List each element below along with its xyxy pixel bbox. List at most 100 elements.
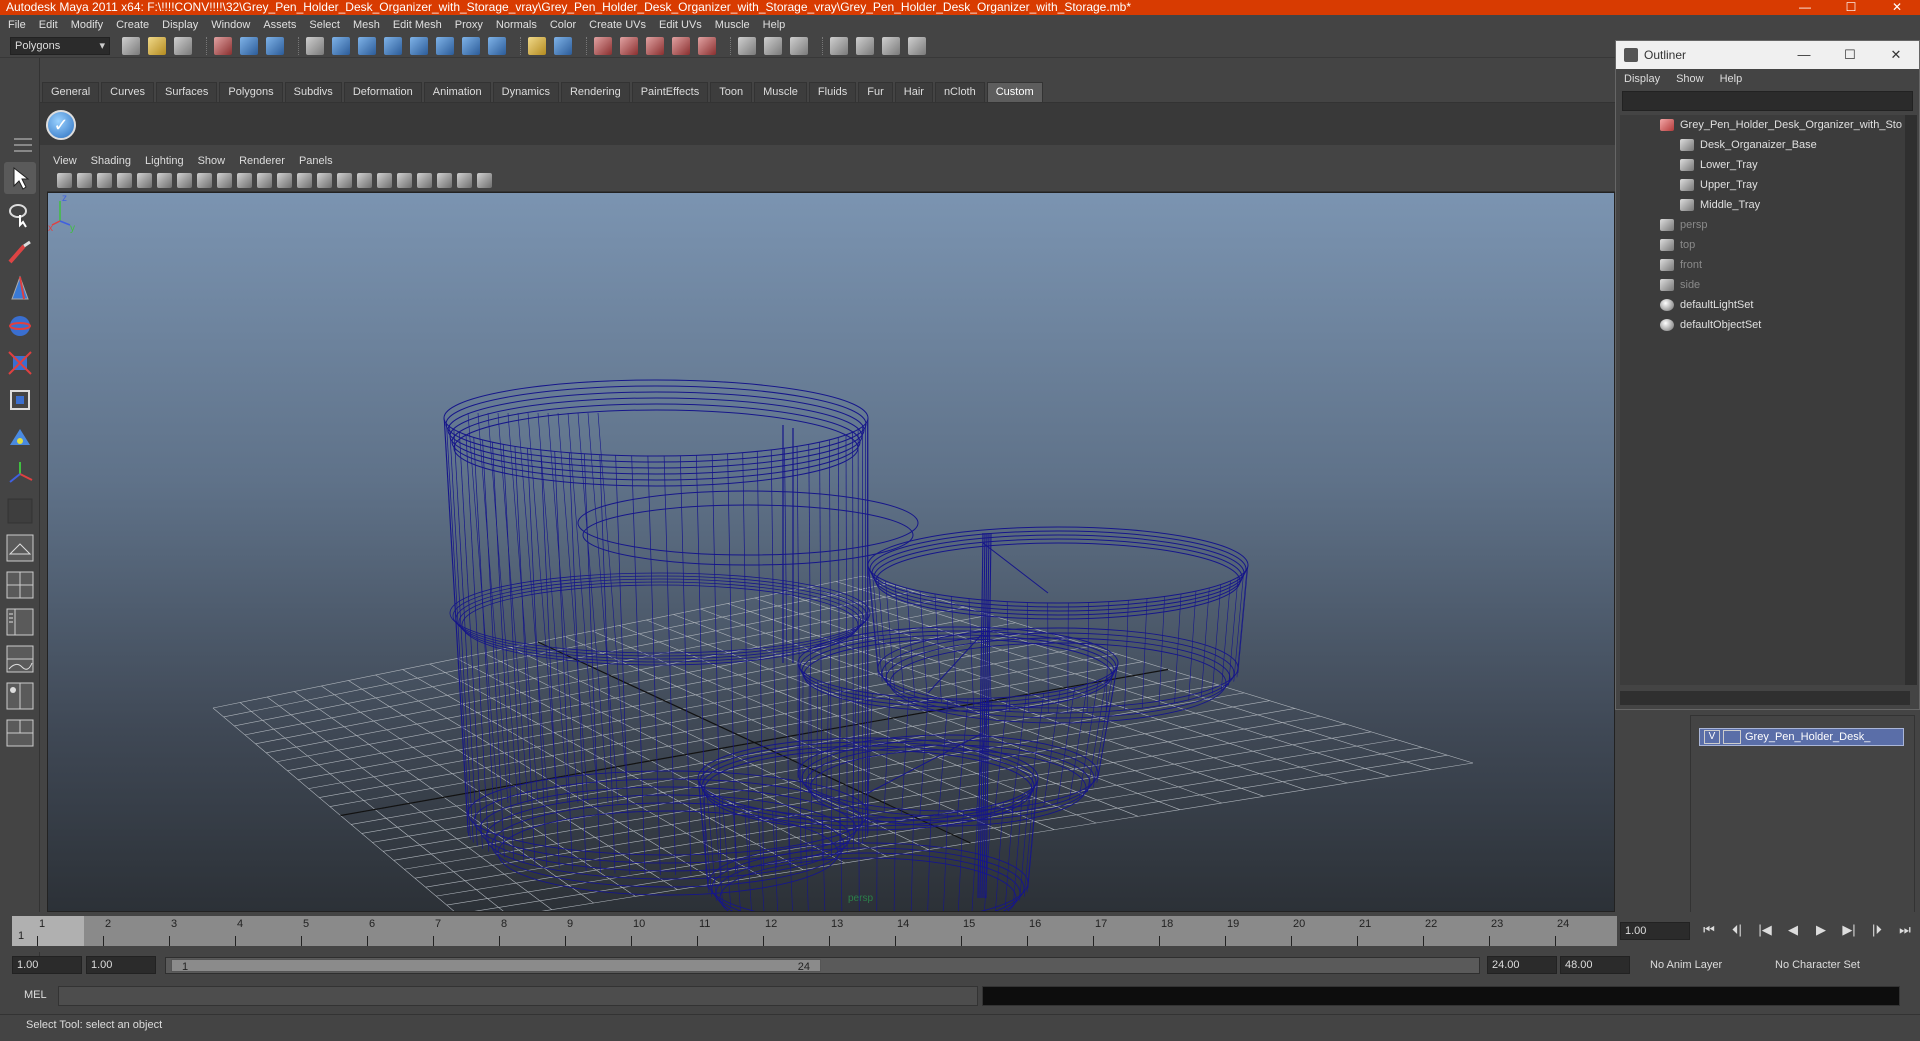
xray-joints-icon[interactable]: [457, 173, 472, 188]
checkmark-icon[interactable]: ✓: [46, 110, 76, 140]
xray-icon[interactable]: [437, 173, 452, 188]
minimize-button[interactable]: —: [1782, 0, 1828, 15]
layout-persp-outliner-button[interactable]: [4, 606, 36, 638]
gate-mask-icon[interactable]: [197, 173, 212, 188]
go-to-end-button[interactable]: ⏭: [1891, 922, 1919, 938]
menu-edit[interactable]: Edit: [39, 19, 58, 31]
film-gate-icon[interactable]: [157, 173, 172, 188]
range-slider-thumb[interactable]: 1 24: [171, 959, 821, 973]
outliner-close-button[interactable]: ✕: [1873, 41, 1919, 69]
shelf-tab-hair[interactable]: Hair: [894, 82, 933, 102]
camera-attributes-icon[interactable]: [77, 173, 92, 188]
select-hierarchy-icon[interactable]: [214, 36, 232, 55]
select-camera-icon[interactable]: [57, 173, 72, 188]
resolution-gate-icon[interactable]: [177, 173, 192, 188]
menu-display[interactable]: Display: [162, 19, 198, 31]
menu-assets[interactable]: Assets: [263, 19, 296, 31]
help-query-icon[interactable]: [488, 36, 506, 55]
shelf-tab-surfaces[interactable]: Surfaces: [155, 82, 218, 102]
step-forward-key-button[interactable]: |⏵: [1863, 922, 1891, 938]
move-tool[interactable]: [4, 273, 36, 305]
input-ops-icon[interactable]: [462, 36, 480, 55]
time-slider-track[interactable]: 1 1 2 3 4 5 6 7 8 9 10 11 12 13 14 15 16 17 18 19 20 21 22 23 2…: [12, 916, 1617, 946]
layout-four-view-button[interactable]: [4, 569, 36, 601]
viewport-menu-lighting[interactable]: Lighting: [145, 155, 184, 167]
paint-select-tool[interactable]: [4, 236, 36, 268]
new-scene-icon[interactable]: [122, 36, 140, 55]
perspective-viewport[interactable]: persp x y z: [47, 192, 1615, 912]
outliner-item[interactable]: defaultLightSet: [1620, 295, 1910, 315]
current-frame-marker[interactable]: 1: [12, 916, 84, 946]
universal-manipulator-tool[interactable]: [4, 384, 36, 416]
select-tool[interactable]: [4, 162, 36, 194]
viewport-menu-show[interactable]: Show: [198, 155, 226, 167]
show-manipulator-tool[interactable]: [4, 458, 36, 490]
textured-icon[interactable]: [337, 173, 352, 188]
menu-select[interactable]: Select: [309, 19, 340, 31]
viewport-menu-view[interactable]: View: [53, 155, 77, 167]
grid-toggle-icon[interactable]: [137, 173, 152, 188]
go-to-start-button[interactable]: ⏮: [1695, 922, 1723, 938]
viewport-menu-shading[interactable]: Shading: [91, 155, 131, 167]
attribute-editor-icon[interactable]: [738, 36, 756, 55]
outliner-item[interactable]: front: [1620, 255, 1910, 275]
safe-action-icon[interactable]: [237, 173, 252, 188]
shelf-tab-rendering[interactable]: Rendering: [560, 82, 630, 102]
outliner-vertical-scrollbar[interactable]: [1905, 115, 1917, 685]
playback-start-field[interactable]: 1.00: [86, 956, 156, 974]
outliner-item[interactable]: Upper_Tray: [1620, 175, 1910, 195]
select-component-icon[interactable]: [266, 36, 284, 55]
safe-title-icon[interactable]: [257, 173, 272, 188]
menu-edit-mesh[interactable]: Edit Mesh: [393, 19, 442, 31]
magnet-icon[interactable]: [528, 36, 546, 55]
channel-box-icon[interactable]: [790, 36, 808, 55]
layout-persp-button[interactable]: [4, 532, 36, 564]
menu-create-uvs[interactable]: Create UVs: [589, 19, 646, 31]
animation-start-field[interactable]: 1.00: [12, 956, 82, 974]
history-icon[interactable]: [436, 36, 454, 55]
outliner-item[interactable]: persp: [1620, 215, 1910, 235]
character-set-dropdown[interactable]: No Character Set: [1775, 956, 1860, 974]
hypershade-icon[interactable]: [672, 36, 690, 55]
command-language-label[interactable]: MEL: [24, 989, 47, 1001]
menu-window[interactable]: Window: [211, 19, 250, 31]
outliner-item[interactable]: Desk_Organaizer_Base: [1620, 135, 1910, 155]
step-back-key-button[interactable]: ⏴|: [1723, 922, 1751, 938]
menu-set-dropdown[interactable]: Polygons: [10, 36, 110, 55]
shelf-tab-fur[interactable]: Fur: [858, 82, 893, 102]
layout-persp-graph-button[interactable]: [4, 643, 36, 675]
outliner-item[interactable]: side: [1620, 275, 1910, 295]
shelf-tab-polygons[interactable]: Polygons: [219, 82, 283, 102]
shelf-tab-custom[interactable]: Custom: [986, 82, 1043, 102]
viewport-menu-renderer[interactable]: Renderer: [239, 155, 285, 167]
menu-edit-uvs[interactable]: Edit UVs: [659, 19, 702, 31]
layout-quad-icon[interactable]: [856, 36, 874, 55]
step-back-frame-button[interactable]: |◀: [1751, 922, 1779, 938]
wireframe-mode-icon[interactable]: [277, 173, 292, 188]
shadows-icon[interactable]: [397, 173, 412, 188]
current-time-field[interactable]: 1.00: [1620, 922, 1690, 940]
layout-persp-outliner-icon[interactable]: [882, 36, 900, 55]
lasso-tool[interactable]: [4, 199, 36, 231]
camera-settings-icon[interactable]: [477, 173, 492, 188]
snap-curve-icon[interactable]: [332, 36, 350, 55]
menu-muscle[interactable]: Muscle: [715, 19, 750, 31]
wireframe-on-shaded-icon[interactable]: [317, 173, 332, 188]
shelf-tab-fluids[interactable]: Fluids: [808, 82, 857, 102]
display-layer-row[interactable]: V Grey_Pen_Holder_Desk_: [1699, 728, 1904, 746]
shelf-tab-painteffects[interactable]: PaintEffects: [631, 82, 709, 102]
ipr-render-icon[interactable]: [620, 36, 638, 55]
maximize-button[interactable]: ☐: [1828, 0, 1874, 15]
render-settings-icon[interactable]: [646, 36, 664, 55]
render-frame-icon[interactable]: [594, 36, 612, 55]
rotate-tool[interactable]: [4, 310, 36, 342]
menu-create[interactable]: Create: [116, 19, 149, 31]
layout-graph-icon[interactable]: [908, 36, 926, 55]
default-light-icon[interactable]: [357, 173, 372, 188]
play-forwards-button[interactable]: ▶: [1807, 922, 1835, 938]
animation-end-field[interactable]: 48.00: [1560, 956, 1630, 974]
shelf-tab-subdivs[interactable]: Subdivs: [284, 82, 342, 102]
make-live-icon[interactable]: [410, 36, 428, 55]
layout-hypershade-button[interactable]: [4, 680, 36, 712]
select-object-icon[interactable]: [240, 36, 258, 55]
